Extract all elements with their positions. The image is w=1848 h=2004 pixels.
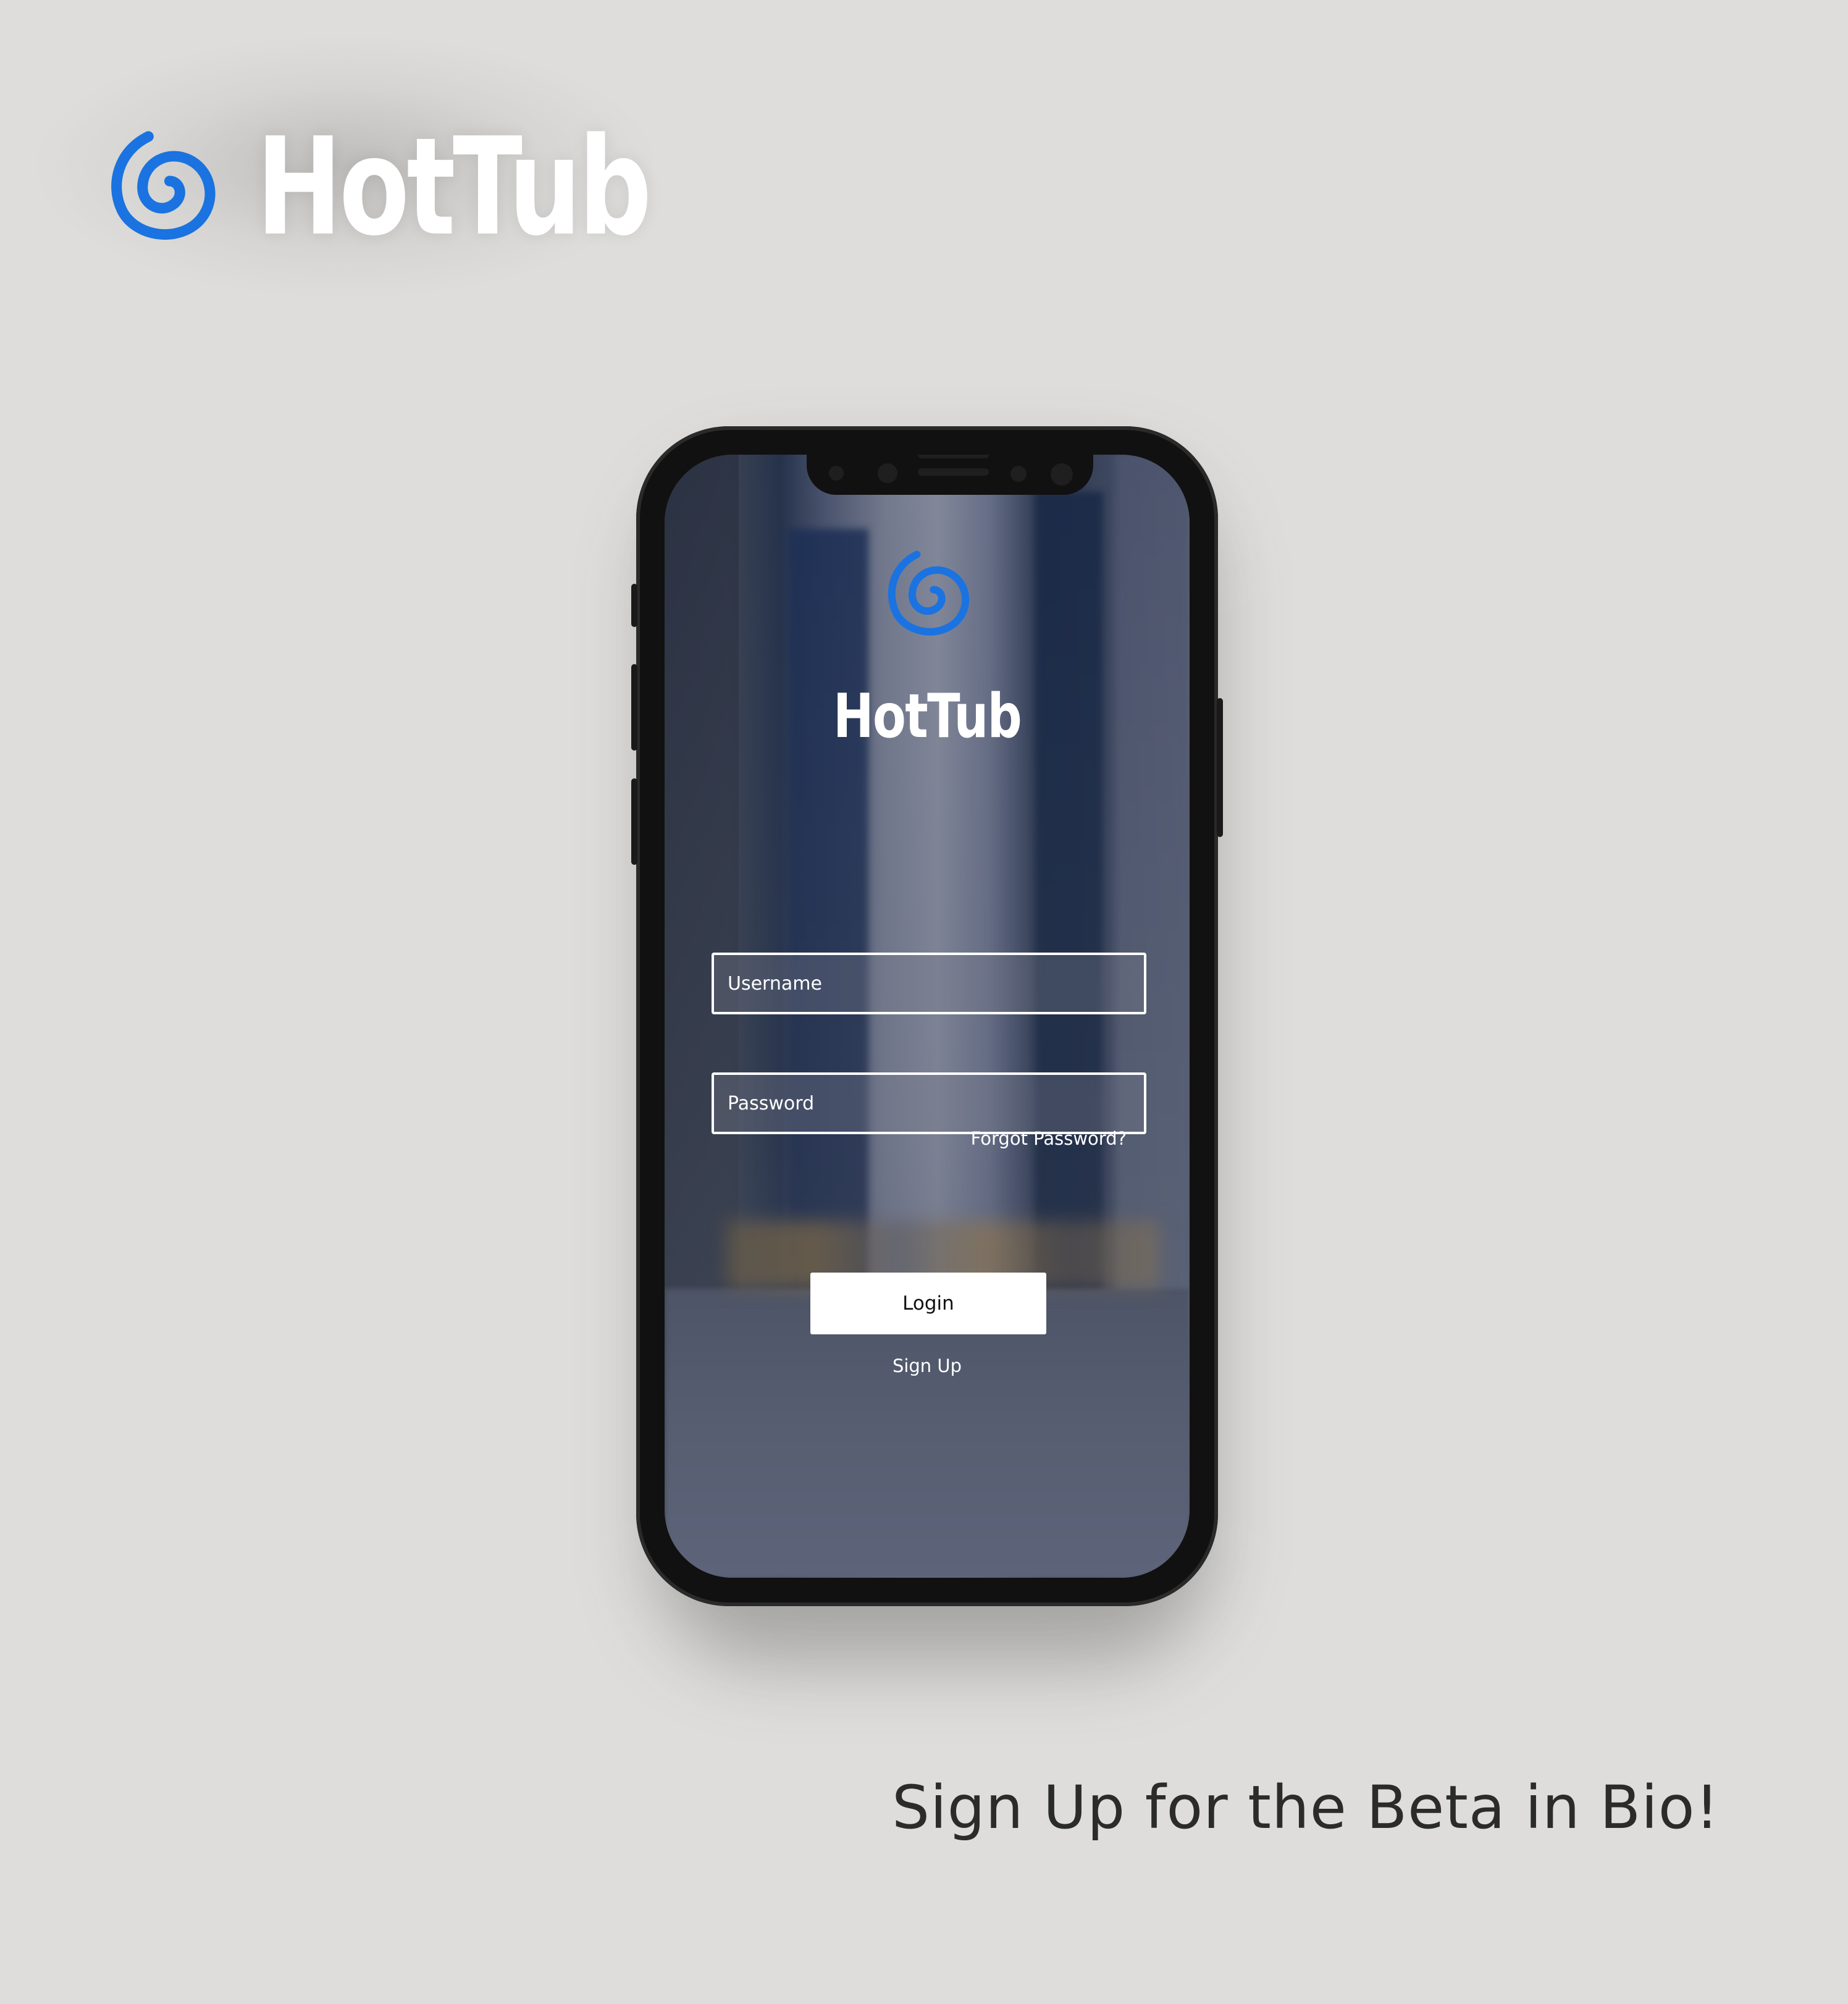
background-building (788, 529, 868, 1332)
app-title: HotTub (665, 686, 1190, 747)
signup-link[interactable]: Sign Up (665, 1355, 1190, 1376)
forgot-password-link[interactable]: Forgot Password? (971, 1128, 1127, 1149)
speaker-grille (918, 455, 989, 458)
phone-mockup: HotTub Forgot Password? Login Sign Up (631, 426, 1223, 1606)
front-camera (878, 463, 897, 483)
password-input[interactable] (714, 1075, 1144, 1132)
background-building (1035, 492, 1103, 1326)
phone-notch (807, 455, 1093, 495)
swirl-icon (111, 130, 216, 240)
mute-switch (631, 584, 637, 627)
volume-down-button (631, 778, 637, 865)
sensor-dot (1010, 466, 1027, 482)
phone-screen: HotTub Forgot Password? Login Sign Up (665, 455, 1190, 1578)
username-field[interactable] (712, 953, 1146, 1014)
username-input[interactable] (714, 955, 1144, 1012)
power-button (1217, 698, 1223, 837)
speaker-grille (918, 468, 989, 476)
password-field[interactable] (712, 1072, 1146, 1134)
background-building (665, 455, 739, 1320)
swirl-icon (888, 550, 970, 636)
background-building (1115, 455, 1190, 1320)
app-title-text: HotTub (833, 681, 1022, 752)
login-button[interactable]: Login (810, 1273, 1046, 1334)
sensor-dot (829, 466, 844, 481)
tagline: Sign Up for the Beta in Bio! (892, 1773, 1720, 1842)
brand-wordmark: HotTub (256, 109, 652, 266)
brand-header: HotTub (105, 120, 773, 255)
volume-up-button (631, 664, 637, 751)
sensor-dot (1051, 463, 1073, 486)
